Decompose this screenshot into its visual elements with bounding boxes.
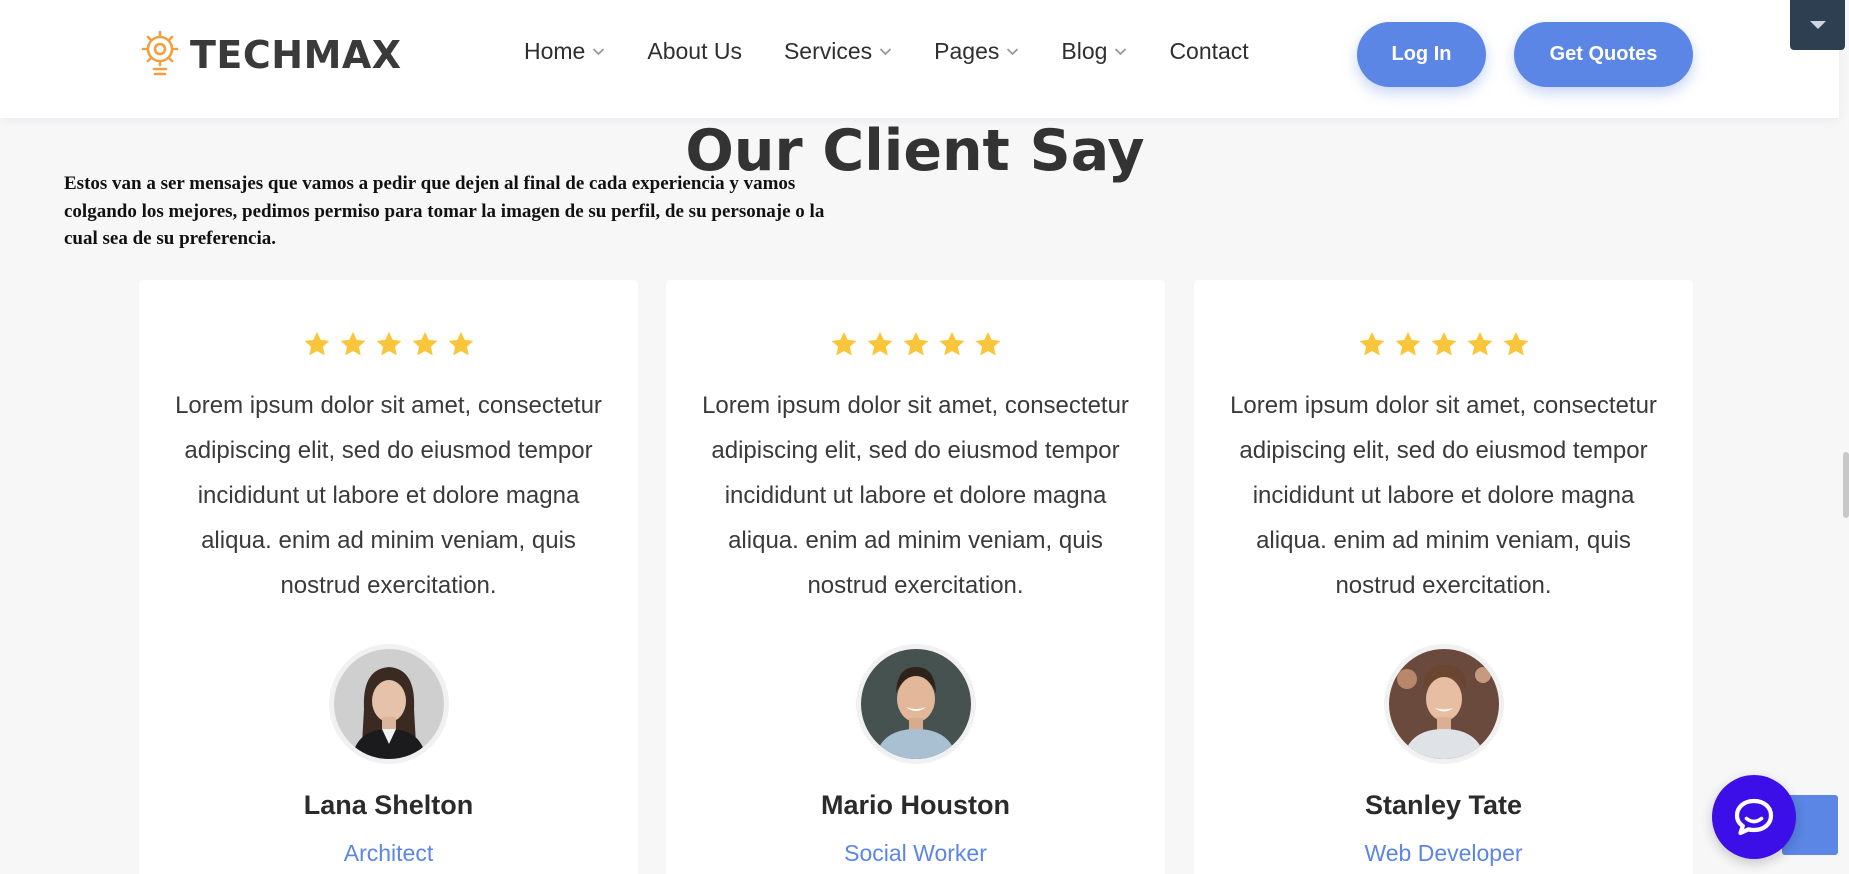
person-name: Mario Houston (821, 790, 1010, 820)
avatar-photo (860, 649, 971, 759)
chevron-down-icon (880, 48, 892, 56)
star-icon (939, 331, 964, 356)
lightbulb-gear-icon (141, 30, 179, 76)
section-title: Our Client Say (685, 118, 1145, 184)
nav-label: Home (524, 38, 586, 64)
star-icon (903, 331, 928, 356)
login-button[interactable]: Log In (1357, 22, 1486, 87)
star-icon (1395, 331, 1420, 356)
testimonial-quote: Lorem ipsum dolor sit amet, consectetur … (1230, 392, 1657, 599)
scrollbar-thumb[interactable] (1843, 452, 1849, 518)
chat-widget-button[interactable] (1712, 775, 1796, 859)
star-icon (1431, 331, 1456, 356)
get-quotes-button[interactable]: Get Quotes (1514, 22, 1693, 87)
testimonial-card: Lorem ipsum dolor sit amet, consectetur … (666, 280, 1165, 874)
nav-label: Pages (934, 38, 1000, 64)
rating-stars (1194, 330, 1693, 359)
nav-label: Blog (1061, 38, 1108, 64)
avatar (328, 644, 449, 764)
nav-label: Contact (1169, 38, 1249, 64)
star-icon (412, 331, 437, 356)
star-icon (975, 331, 1000, 356)
rating-stars (666, 330, 1165, 359)
star-icon (1359, 331, 1384, 356)
main-nav: Home About Us Services Pages Blog Contac… (524, 38, 1249, 65)
nav-label: Services (783, 38, 873, 64)
chevron-down-icon (1007, 48, 1019, 56)
corner-dropdown-toggle[interactable] (1790, 0, 1845, 50)
caret-down-icon (1809, 21, 1826, 29)
person-name: Lana Shelton (303, 790, 474, 820)
person-name: Stanley Tate (1364, 790, 1523, 820)
star-icon (304, 331, 329, 356)
person-role: Web Developer (1364, 840, 1523, 866)
chat-bubble-icon (1734, 798, 1774, 836)
star-icon (376, 331, 401, 356)
chevron-down-icon (593, 48, 605, 56)
avatar (1383, 644, 1504, 764)
avatar-photo (333, 649, 444, 759)
nav-item-about-us[interactable]: About Us (647, 38, 742, 65)
testimonial-card: Lorem ipsum dolor sit amet, consectetur … (1194, 280, 1693, 874)
star-icon (1503, 331, 1528, 356)
star-icon (448, 331, 473, 356)
brand-name: TECHMAX (190, 33, 402, 77)
site-header: TECHMAX Home About Us Services Pages Blo… (0, 0, 1839, 118)
nav-label: About Us (647, 38, 742, 64)
star-icon (1467, 331, 1492, 356)
avatar (855, 644, 976, 764)
chevron-down-icon (1115, 48, 1127, 56)
star-icon (340, 331, 365, 356)
nav-item-home[interactable]: Home (524, 38, 605, 65)
avatar-photo (1388, 649, 1499, 759)
nav-item-contact[interactable]: Contact (1169, 38, 1248, 65)
person-role: Architect (343, 840, 434, 866)
nav-item-pages[interactable]: Pages (934, 38, 1019, 65)
testimonial-card: Lorem ipsum dolor sit amet, consectetur … (139, 280, 638, 874)
nav-item-blog[interactable]: Blog (1061, 38, 1127, 65)
star-icon (867, 331, 892, 356)
testimonial-quote: Lorem ipsum dolor sit amet, consectetur … (175, 392, 602, 599)
brand-logo[interactable]: TECHMAX (138, 30, 402, 80)
rating-stars (139, 330, 638, 359)
nav-item-services[interactable]: Services (784, 38, 892, 65)
person-role: Social Worker (844, 840, 987, 866)
star-icon (831, 331, 856, 356)
testimonial-quote: Lorem ipsum dolor sit amet, consectetur … (702, 392, 1129, 599)
